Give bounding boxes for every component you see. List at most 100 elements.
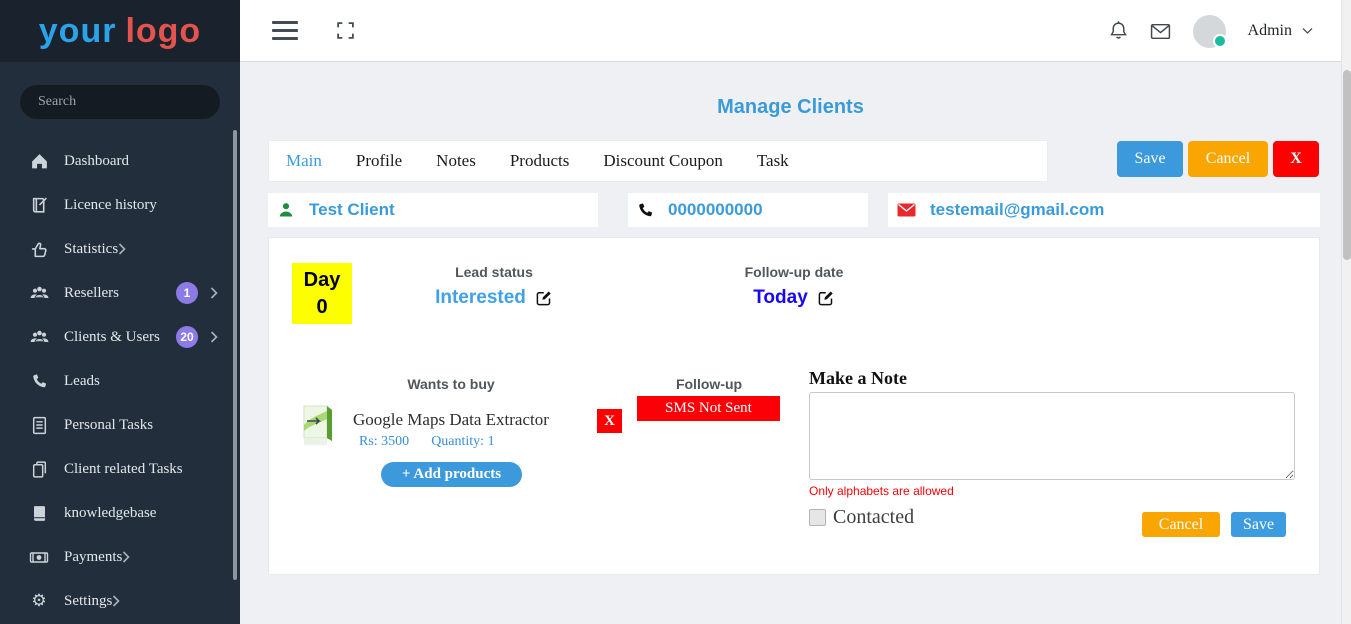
note-cancel-button[interactable]: Cancel — [1142, 512, 1220, 537]
sidebar-item-label: Settings — [64, 593, 112, 610]
sidebar-item-leads[interactable]: Leads — [0, 359, 240, 403]
client-phone-field[interactable]: 0000000000 — [628, 193, 868, 227]
day-label: Day — [304, 267, 341, 294]
money-bill-icon — [28, 549, 50, 566]
sidebar-item-client-related-tasks[interactable]: Client related Tasks — [0, 447, 240, 491]
remove-product-button[interactable]: X — [597, 409, 622, 433]
client-name-field[interactable]: Test Client — [268, 193, 598, 227]
client-detail-card: Day 0 Lead status Interested Follow-up d… — [268, 237, 1320, 575]
mail-icon — [897, 203, 916, 217]
make-a-note-title: Make a Note — [809, 368, 907, 389]
sidebar-item-label: Resellers — [64, 285, 119, 302]
client-email-field[interactable]: testemail@gmail.com — [888, 193, 1320, 227]
cancel-button[interactable]: Cancel — [1188, 141, 1268, 177]
edit-followup-date-icon[interactable] — [817, 289, 835, 307]
sidebar-nav: Dashboard Licence history Statistics Res… — [0, 139, 240, 623]
logo-text-red: logo — [125, 12, 201, 51]
lead-status-label: Lead status — [389, 264, 599, 280]
search-input[interactable] — [20, 85, 220, 119]
chevron-down-icon[interactable] — [1302, 27, 1313, 35]
logo[interactable]: your logo — [0, 0, 240, 62]
sms-status-badge: SMS Not Sent — [637, 396, 780, 421]
file-lines-icon — [28, 416, 50, 435]
chevron-right-icon — [210, 331, 220, 343]
main-content: Manage Clients Main Profile Notes Produc… — [240, 62, 1341, 624]
bell-icon[interactable] — [1109, 21, 1128, 41]
copy-icon — [28, 460, 50, 479]
client-phone: 0000000000 — [668, 200, 763, 220]
sidebar-item-label: Clients & Users — [64, 329, 160, 346]
chevron-right-icon — [210, 287, 220, 299]
followup-date-value: Today — [753, 287, 808, 309]
header-right: Admin — [1109, 0, 1313, 62]
home-icon — [28, 152, 50, 171]
users-icon — [28, 284, 50, 303]
online-status-dot — [1213, 34, 1227, 48]
sidebar-item-label: Statistics — [64, 241, 118, 258]
close-button[interactable]: X — [1273, 141, 1319, 177]
sidebar-item-label: Personal Tasks — [64, 417, 153, 434]
sidebar-item-clients-users[interactable]: Clients & Users 20 — [0, 315, 240, 359]
lead-status-value: Interested — [435, 287, 526, 309]
add-products-button[interactable]: + Add products — [381, 462, 522, 487]
sidebar-item-resellers[interactable]: Resellers 1 — [0, 271, 240, 315]
client-name: Test Client — [309, 200, 395, 220]
chevron-right-icon — [118, 243, 128, 255]
page-actions: Save Cancel X — [1117, 141, 1319, 177]
user-name[interactable]: Admin — [1248, 22, 1292, 40]
sidebar-item-dashboard[interactable]: Dashboard — [0, 139, 240, 183]
note-save-button[interactable]: Save — [1231, 512, 1286, 537]
chevron-right-icon — [122, 551, 132, 563]
tab-products[interactable]: Products — [493, 151, 587, 171]
sidebar-scrollbar[interactable] — [233, 130, 237, 580]
product-price: Rs: 3500 — [359, 434, 409, 450]
users-icon — [28, 328, 50, 347]
sidebar-item-payments[interactable]: Payments — [0, 535, 240, 579]
app-window: your logo Dashboard Licence history Stat… — [0, 0, 1351, 624]
sidebar-item-label: Licence history — [64, 197, 157, 214]
top-header: Admin — [240, 0, 1341, 62]
tab-profile[interactable]: Profile — [339, 151, 419, 171]
fullscreen-icon[interactable] — [336, 21, 355, 45]
window-scrollbar[interactable] — [1341, 0, 1351, 624]
edit-lead-status-icon[interactable] — [535, 289, 553, 307]
note-actions: Cancel Save — [1142, 512, 1286, 537]
tab-notes[interactable]: Notes — [419, 151, 493, 171]
followup-date-label: Follow-up date — [689, 264, 899, 280]
sidebar-item-label: Client related Tasks — [64, 461, 183, 478]
contacted-label: Contacted — [833, 506, 914, 529]
product-name: Google Maps Data Extractor — [353, 410, 549, 430]
sidebar-item-settings[interactable]: ⚙ Settings — [0, 579, 240, 623]
product-details: Rs: 3500 Quantity: 1 — [359, 434, 495, 450]
book-solid-icon — [28, 504, 50, 523]
sidebar-search — [0, 62, 240, 119]
hand-pointer-icon — [28, 240, 50, 259]
save-button[interactable]: Save — [1117, 141, 1183, 177]
sidebar-item-statistics[interactable]: Statistics — [0, 227, 240, 271]
sidebar-item-licence-history[interactable]: Licence history — [0, 183, 240, 227]
sidebar-item-personal-tasks[interactable]: Personal Tasks — [0, 403, 240, 447]
note-textarea[interactable] — [809, 392, 1295, 480]
sidebar-item-label: knowledgebase — [64, 505, 156, 522]
contacted-checkbox[interactable] — [809, 509, 826, 526]
sidebar-item-knowledgebase[interactable]: knowledgebase — [0, 491, 240, 535]
gear-icon: ⚙ — [28, 593, 50, 610]
book-open-icon — [28, 196, 50, 215]
envelope-icon[interactable] — [1150, 23, 1171, 40]
window-scrollbar-thumb[interactable] — [1343, 70, 1351, 260]
page-title: Manage Clients — [240, 96, 1341, 119]
tab-main[interactable]: Main — [269, 151, 339, 171]
phone-icon — [637, 202, 654, 219]
avatar[interactable] — [1193, 15, 1226, 48]
client-email: testemail@gmail.com — [930, 200, 1104, 220]
sidebar-item-label: Dashboard — [64, 153, 129, 170]
clients-count-badge: 20 — [176, 326, 198, 348]
product-thumbnail — [303, 405, 333, 446]
menu-icon[interactable] — [272, 21, 298, 40]
followup-label: Follow-up — [604, 376, 814, 392]
tab-task[interactable]: Task — [740, 151, 806, 171]
tab-discount-coupon[interactable]: Discount Coupon — [586, 151, 739, 171]
day-counter: Day 0 — [292, 263, 352, 324]
product-quantity: Quantity: 1 — [431, 434, 494, 450]
day-value: 0 — [316, 294, 327, 321]
